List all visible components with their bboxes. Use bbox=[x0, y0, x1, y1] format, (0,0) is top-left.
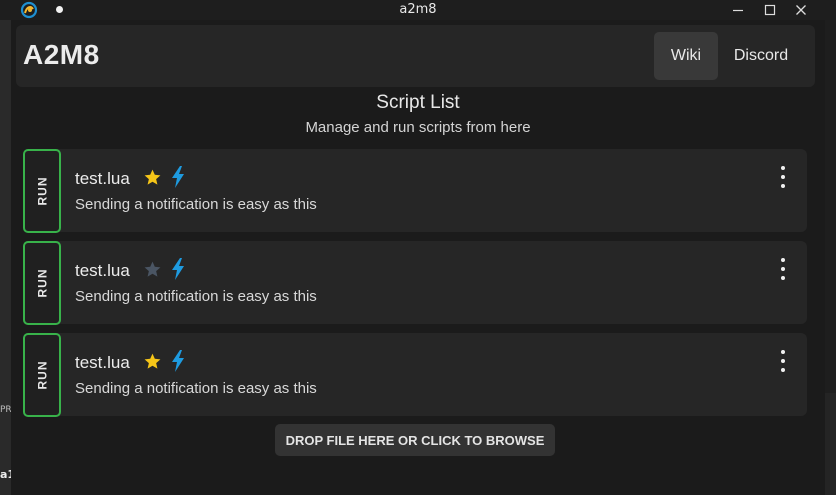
script-name: test.lua bbox=[75, 169, 130, 188]
app-window: a2m8 A2M8 Wiki Discord Script List Manag… bbox=[0, 0, 836, 495]
run-script-button[interactable]: RUN bbox=[23, 241, 61, 325]
window-title: a2m8 bbox=[399, 2, 437, 17]
app-header: A2M8 Wiki Discord bbox=[16, 25, 815, 87]
file-drop-zone[interactable]: DROP FILE HERE OR CLICK TO BROWSE bbox=[275, 424, 555, 456]
script-description: Sending a notification is easy as this bbox=[75, 380, 317, 397]
script-description: Sending a notification is easy as this bbox=[75, 288, 317, 305]
script-card: RUN test.lua Sending a notification is e… bbox=[23, 149, 807, 233]
script-name: test.lua bbox=[75, 261, 130, 280]
brand-logo-text[interactable]: A2M8 bbox=[23, 39, 100, 71]
kebab-menu-icon bbox=[773, 350, 793, 372]
run-button-label: RUN bbox=[35, 360, 49, 390]
title-bar[interactable]: a2m8 bbox=[0, 0, 836, 20]
maximize-button[interactable] bbox=[755, 0, 785, 20]
run-button-label: RUN bbox=[35, 268, 49, 298]
star-icon[interactable] bbox=[143, 260, 162, 279]
script-card: RUN test.lua Sending a notification is e… bbox=[23, 333, 807, 417]
more-options-button[interactable] bbox=[773, 350, 793, 372]
nav-discord-button[interactable]: Discord bbox=[724, 32, 798, 80]
background-text-fragment: PR bbox=[0, 405, 12, 415]
minimize-button[interactable] bbox=[723, 0, 753, 20]
star-icon[interactable] bbox=[143, 168, 162, 187]
more-options-button[interactable] bbox=[773, 258, 793, 280]
run-button-label: RUN bbox=[35, 176, 49, 206]
script-description: Sending a notification is easy as this bbox=[75, 196, 317, 213]
run-script-button[interactable]: RUN bbox=[23, 149, 61, 233]
lightning-bolt-icon[interactable] bbox=[170, 350, 186, 372]
script-name: test.lua bbox=[75, 353, 130, 372]
nav-wiki-button[interactable]: Wiki bbox=[654, 32, 718, 80]
run-script-button[interactable]: RUN bbox=[23, 333, 61, 417]
kebab-menu-icon bbox=[773, 166, 793, 188]
kebab-menu-icon bbox=[773, 258, 793, 280]
maximize-icon bbox=[764, 4, 776, 16]
minimize-icon bbox=[733, 9, 743, 12]
lightning-bolt-icon[interactable] bbox=[170, 258, 186, 280]
page-subtitle: Manage and run scripts from here bbox=[305, 119, 531, 136]
close-icon bbox=[796, 5, 806, 15]
lightning-bolt-icon[interactable] bbox=[170, 166, 186, 188]
close-button[interactable] bbox=[786, 0, 816, 20]
more-options-button[interactable] bbox=[773, 166, 793, 188]
script-card: RUN test.lua Sending a notification is e… bbox=[23, 241, 807, 325]
page-title: Script List bbox=[376, 92, 460, 113]
star-icon[interactable] bbox=[143, 352, 162, 371]
desktop-background-right bbox=[825, 393, 836, 495]
desktop-background-left: PR a1 bbox=[0, 0, 15, 495]
